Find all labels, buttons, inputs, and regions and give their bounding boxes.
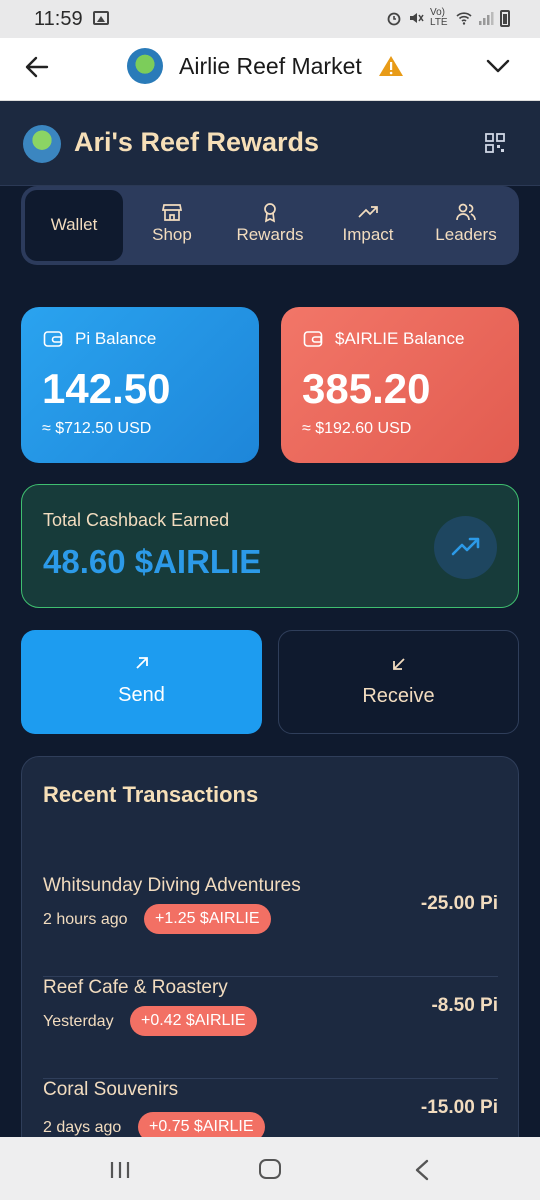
send-label: Send	[118, 684, 165, 706]
transaction-row[interactable]: Reef Cafe & Roastery Yesterday +0.42 $AI…	[43, 977, 498, 1079]
qr-code-icon[interactable]	[485, 133, 505, 153]
tab-rewards[interactable]: Rewards	[221, 190, 319, 261]
airlie-balance-amount: 385.20	[302, 365, 431, 412]
status-bar: 11:59 Vo) LTE	[0, 0, 540, 38]
transaction-row[interactable]: Whitsunday Diving Adventures 2 hours ago…	[43, 875, 498, 977]
mute-icon	[410, 13, 424, 23]
transactions-panel: Recent Transactions Whitsunday Diving Ad…	[21, 756, 519, 1176]
back-chevron-icon[interactable]	[414, 1159, 430, 1181]
transaction-amount: -15.00 Pi	[420, 1097, 498, 1118]
gallery-notification-icon	[93, 11, 109, 25]
tab-leaders[interactable]: Leaders	[417, 190, 515, 261]
cashback-trend-badge	[434, 516, 497, 579]
app-header: Ari's Reef Rewards	[0, 101, 540, 186]
pi-balance-card: Pi Balance 142.50 ≈ $712.50 USD	[21, 307, 259, 463]
airlie-balance-usd: ≈ $192.60 USD	[302, 420, 412, 437]
airlie-balance-label: $AIRLIE Balance	[335, 329, 465, 348]
cashback-badge: +0.42 $AIRLIE	[130, 1006, 257, 1036]
users-icon	[456, 203, 476, 221]
cashback-value: 48.60 $AIRLIE	[43, 543, 262, 580]
cashback-label: Total Cashback Earned	[43, 510, 230, 530]
trending-up-icon	[451, 537, 480, 556]
tab-label: Impact	[342, 225, 394, 244]
alarm-icon	[387, 12, 401, 26]
arrow-up-right-icon	[135, 657, 148, 669]
site-logo	[127, 48, 163, 84]
tab-label: Wallet	[50, 215, 98, 234]
transaction-merchant: Whitsunday Diving Adventures	[43, 875, 301, 896]
pi-balance-amount: 142.50	[42, 365, 171, 412]
back-arrow-icon[interactable]	[22, 52, 52, 82]
warning-icon[interactable]	[378, 54, 404, 78]
send-button[interactable]: Send	[21, 630, 262, 734]
cashback-badge: +1.25 $AIRLIE	[144, 904, 271, 934]
receive-button[interactable]: Receive	[278, 630, 519, 734]
trending-up-icon	[358, 206, 378, 218]
store-icon	[161, 204, 183, 221]
pi-balance-usd: ≈ $712.50 USD	[42, 420, 152, 437]
browser-bar: Airlie Reef Market	[0, 38, 540, 101]
status-icons: Vo) LTE	[386, 8, 510, 28]
battery-icon	[500, 9, 510, 27]
system-nav-bar	[0, 1137, 540, 1200]
cashback-card: Total Cashback Earned 48.60 $AIRLIE	[21, 484, 519, 608]
transaction-merchant: Coral Souvenirs	[43, 1079, 179, 1100]
tab-label: Shop	[152, 225, 192, 244]
airlie-balance-caption: $AIRLIE Balance	[303, 329, 464, 349]
tab-impact[interactable]: Impact	[319, 190, 417, 261]
airlie-balance-card: $AIRLIE Balance 385.20 ≈ $192.60 USD	[281, 307, 519, 463]
tab-label: Rewards	[236, 225, 304, 244]
site-title: Airlie Reef Market	[179, 53, 362, 79]
transaction-time: Yesterday	[43, 1013, 114, 1030]
app-title: Ari's Reef Rewards	[74, 127, 320, 157]
arrow-down-left-icon	[392, 658, 405, 670]
transaction-amount: -25.00 Pi	[420, 893, 498, 914]
pi-balance-caption: Pi Balance	[43, 329, 156, 349]
transactions-title: Recent Transactions	[43, 782, 259, 807]
transaction-time: 2 days ago	[43, 1119, 122, 1136]
signal-icon	[479, 12, 494, 25]
turtle-logo	[23, 125, 61, 163]
transaction-merchant: Reef Cafe & Roastery	[43, 977, 228, 998]
wallet-icon	[303, 331, 323, 347]
tab-label: Leaders	[435, 225, 497, 244]
wallet-icon	[43, 331, 63, 347]
transaction-amount: -8.50 Pi	[431, 995, 498, 1016]
receive-label: Receive	[362, 685, 435, 707]
wifi-icon	[456, 12, 472, 25]
award-icon	[264, 203, 276, 223]
home-icon[interactable]	[259, 1159, 281, 1179]
tab-wallet[interactable]: Wallet	[25, 190, 123, 261]
pi-balance-label: Pi Balance	[75, 329, 157, 348]
transaction-time: 2 hours ago	[43, 911, 128, 928]
network-label: Vo) LTE	[430, 7, 448, 28]
nav-tabs: Wallet Shop Rewards Impact Leaders	[21, 186, 519, 265]
tab-shop[interactable]: Shop	[123, 190, 221, 261]
recents-icon[interactable]	[109, 1161, 131, 1179]
status-time: 11:59	[34, 8, 83, 30]
chevron-down-icon[interactable]	[486, 55, 510, 77]
